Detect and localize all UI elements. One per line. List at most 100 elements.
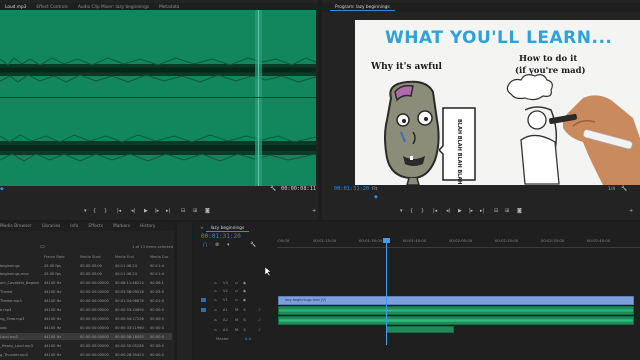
tab-media-browser[interactable]: Media Browser <box>0 224 37 229</box>
track-target-toggle[interactable] <box>201 289 206 293</box>
mic-icon[interactable]: ♪ <box>257 318 262 322</box>
insert-icon[interactable]: ⊟ <box>181 208 185 214</box>
project-row[interactable]: Theme.mp3 44100 Hz 00:00:00:00000 00:01:04:… <box>0 298 172 305</box>
program-add-marker-icon[interactable]: ▾ <box>400 208 403 214</box>
program-step-forward-icon[interactable]: |▸ <box>469 208 473 214</box>
track-header-a1[interactable]: A1 ⌂ M S ♪ <box>201 306 277 315</box>
program-mark-in-icon[interactable]: { <box>410 208 413 214</box>
extract-icon[interactable]: ⊞ <box>505 208 509 214</box>
audio-clip-a2[interactable] <box>278 316 634 325</box>
play-icon[interactable]: ▶ <box>144 208 148 214</box>
solo-icon[interactable]: S <box>242 328 247 332</box>
track-header-v2[interactable]: V2 ⌂ ▭ ◉ <box>201 287 277 296</box>
lock-icon[interactable]: ⌂ <box>213 328 218 332</box>
project-row[interactable]: Theme 44100 Hz 00:00:00:00000 00:03:58:0901… <box>0 289 172 296</box>
col-frame-rate[interactable]: Frame Rate <box>44 255 65 259</box>
tab-sequence[interactable]: lazy beginnings <box>205 226 250 232</box>
source-add-icon[interactable]: + <box>312 208 316 214</box>
track-target-toggle[interactable] <box>201 328 206 332</box>
wrench-icon[interactable]: 🔧 <box>270 186 276 192</box>
step-back-icon[interactable]: ◂| <box>131 208 135 214</box>
audio-clip-a3[interactable] <box>386 326 454 333</box>
program-step-back-icon[interactable]: ◂| <box>446 208 450 214</box>
sync-lock-icon[interactable]: ▭ <box>234 281 239 285</box>
project-row[interactable]: om_Cavaliers_Beginni 44100 Hz 00:00:00:000… <box>0 280 172 287</box>
mute-icon[interactable]: M <box>234 308 239 312</box>
tab-markers[interactable]: Markers <box>108 224 135 229</box>
lock-icon[interactable]: ⌂ <box>213 281 218 285</box>
timeline-wrench-icon[interactable]: 🔧 <box>250 242 256 248</box>
program-go-to-out-icon[interactable]: ▸| <box>480 208 484 214</box>
project-row[interactable]: e.mp3 44100 Hz 00:00:00:00000 00:00:53:1069… <box>0 307 172 314</box>
go-to-out-icon[interactable]: ▸| <box>166 208 170 214</box>
project-row[interactable]: Loud.mp3 44100 Hz 00:00:00:00000 00:00:08:1… <box>0 333 172 341</box>
program-camera-icon[interactable]: ◙ <box>517 208 522 214</box>
col-media-start[interactable]: Media Start <box>80 255 101 259</box>
timeline-timecode[interactable]: 00:01:31:20 <box>201 233 241 240</box>
add-marker-icon[interactable]: ▾ <box>84 208 87 214</box>
tab-info[interactable]: Info <box>65 224 83 229</box>
audio-waveform[interactable] <box>0 10 316 186</box>
mute-icon[interactable]: M <box>234 328 239 332</box>
audio-clip-a1[interactable] <box>278 306 634 315</box>
program-fraction-select[interactable]: 1/4 <box>608 187 615 192</box>
mark-out-icon[interactable]: } <box>104 208 107 214</box>
track-target-toggle[interactable] <box>201 298 206 302</box>
step-forward-icon[interactable]: |▸ <box>155 208 159 214</box>
mic-icon[interactable]: ♪ <box>257 328 262 332</box>
program-timecode[interactable]: 00:01:31:20 <box>334 186 369 192</box>
lift-icon[interactable]: ⊟ <box>494 208 498 214</box>
tab-history[interactable]: History <box>135 224 160 229</box>
video-clip[interactable]: lazy beginnings.mov [V] <box>278 296 634 305</box>
folder-icon[interactable]: ▭ <box>40 244 45 250</box>
project-row[interactable]: beginnings.mov 25.00 fps 00:00:00:00 00:11:… <box>0 271 172 278</box>
col-media-dur[interactable]: Media Dur <box>150 255 168 259</box>
project-row[interactable]: g_Thunder.mp3 44100 Hz 00:00:00:00000 00:00… <box>0 351 172 358</box>
go-to-in-icon[interactable]: |◂ <box>117 208 121 214</box>
timeline-playhead-line[interactable] <box>386 240 387 345</box>
project-row[interactable]: _Heavy_Loud.mp3 44100 Hz 00:00:00:00000 00:… <box>0 342 172 349</box>
program-wrench-icon[interactable]: 🔧 <box>621 186 627 192</box>
solo-icon[interactable]: S <box>242 308 247 312</box>
eye-icon[interactable]: ◉ <box>242 281 247 285</box>
tab-program[interactable]: Program: lazy beginnings <box>330 5 395 11</box>
eye-icon[interactable]: ◉ <box>242 289 247 293</box>
overwrite-icon[interactable]: ⊞ <box>193 208 197 214</box>
solo-icon[interactable]: S <box>242 318 247 322</box>
mute-icon[interactable]: M <box>234 318 239 322</box>
master-value[interactable]: 0.0 <box>245 336 251 341</box>
lock-icon[interactable]: ⌂ <box>213 298 218 302</box>
lock-icon[interactable]: ⌂ <box>213 289 218 293</box>
program-add-icon[interactable]: + <box>629 208 633 214</box>
camera-icon[interactable]: ◙ <box>205 208 210 214</box>
track-target-toggle[interactable] <box>201 281 206 285</box>
project-row[interactable]: udo 44100 Hz 00:00:00:00000 00:00:33:11960 0… <box>0 324 172 331</box>
program-go-to-in-icon[interactable]: |◂ <box>433 208 437 214</box>
program-playhead-marker-icon[interactable]: ◆ <box>374 194 378 200</box>
track-header-v1[interactable]: V1 ⌂ ▭ ◉ <box>201 296 277 305</box>
sync-lock-icon[interactable]: ▭ <box>234 298 239 302</box>
program-mark-out-icon[interactable]: } <box>421 208 424 214</box>
linked-selection-icon[interactable]: ⊗ <box>215 242 219 248</box>
project-row[interactable]: ng_Time.mp3 44100 Hz 00:00:00:00000 00:00:5… <box>0 315 172 322</box>
col-media-end[interactable]: Media End <box>115 255 134 259</box>
tab-effects[interactable]: Effects <box>83 224 108 229</box>
close-sequence-icon[interactable]: × <box>195 226 206 231</box>
source-in-marker-icon[interactable]: ◆ <box>0 186 4 192</box>
tab-libraries[interactable]: Libraries <box>37 224 66 229</box>
track-target-toggle[interactable] <box>201 318 206 322</box>
program-play-icon[interactable]: ▶ <box>458 208 462 214</box>
track-header-a2[interactable]: A2 ⌂ M S ♪ <box>201 316 277 325</box>
snap-icon[interactable]: ⋂ <box>203 242 207 248</box>
track-target-toggle[interactable] <box>201 308 206 312</box>
sync-lock-icon[interactable]: ▭ <box>234 289 239 293</box>
mic-icon[interactable]: ♪ <box>257 308 262 312</box>
track-header-a3[interactable]: A3 ⌂ M S ♪ <box>201 326 277 335</box>
timeline-playhead-head[interactable] <box>383 238 390 243</box>
source-timecode[interactable]: 00:00:08:11 <box>281 186 316 192</box>
eye-icon[interactable]: ◉ <box>242 298 247 302</box>
add-marker-timeline-icon[interactable]: ▾ <box>227 242 230 248</box>
lock-icon[interactable]: ⌂ <box>213 318 218 322</box>
project-row[interactable]: beginnings 25.00 fps 00:00:00:00 00:11:46:2… <box>0 262 172 269</box>
program-fit-select[interactable]: Fit <box>372 187 377 192</box>
